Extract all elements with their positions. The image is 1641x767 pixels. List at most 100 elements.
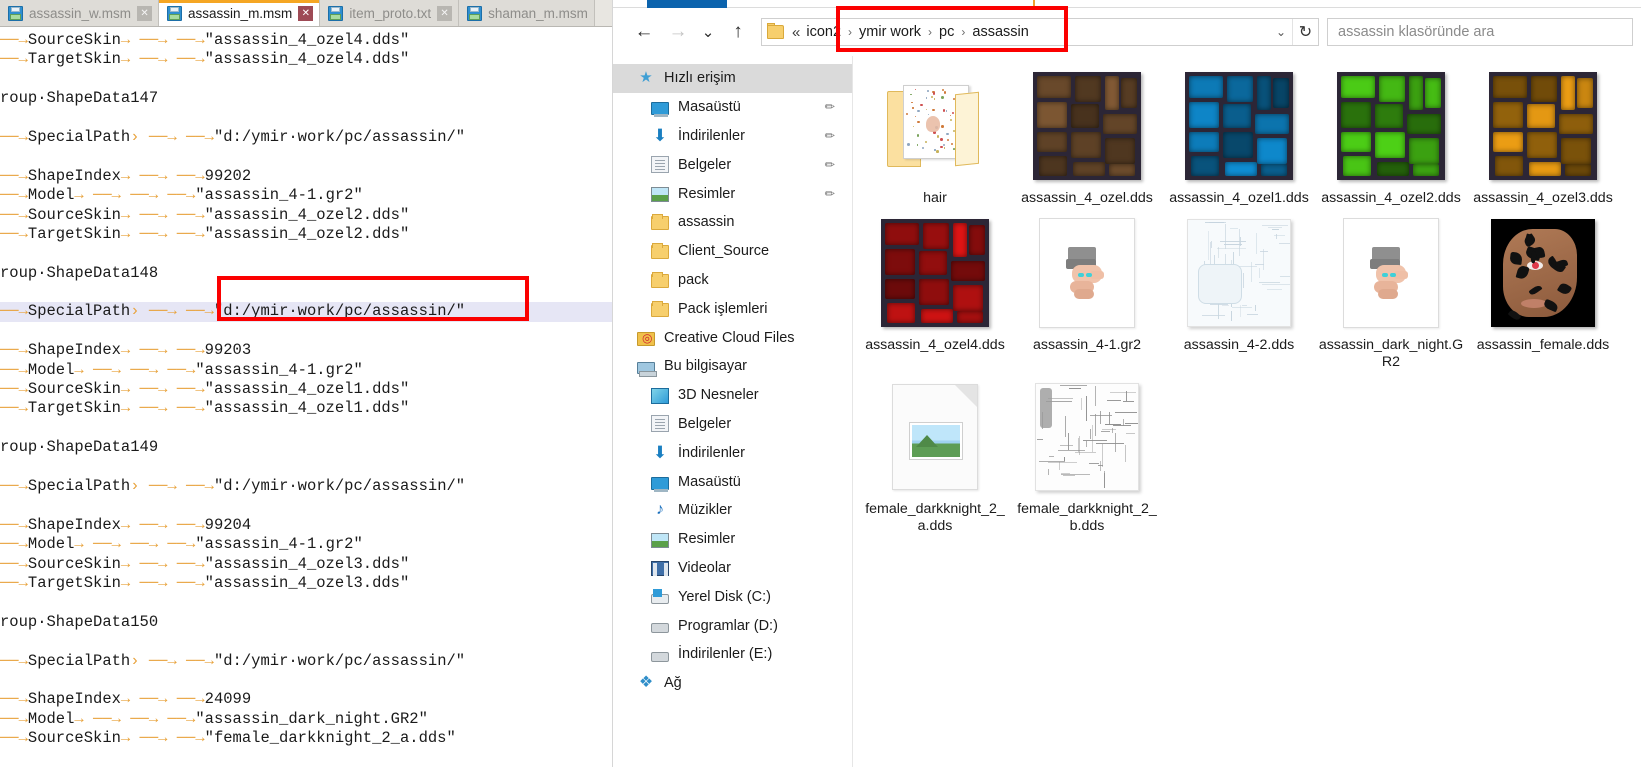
sidebar-item-bu-bilgisayar[interactable]: Bu bilgisayar — [613, 352, 852, 381]
code-value: 99202 — [204, 166, 252, 185]
tab-arrow-glyph: ──→ — [0, 476, 28, 495]
sidebar-item-masa-st[interactable]: Masaüstü — [613, 467, 852, 496]
sidebar-item-i-ndirilenler[interactable]: ⬇ İndirilenler ✐ — [613, 122, 852, 151]
tab-arrow-glyph: ──→ — [0, 186, 28, 205]
sidebar-item-resimler[interactable]: Resimler — [613, 525, 852, 554]
file-item[interactable]: hair — [859, 66, 1011, 213]
editor-tab-3[interactable]: shaman_m.msm — [459, 0, 595, 26]
save-disk-icon — [8, 5, 23, 21]
sidebar-item-label: Programlar (D:) — [678, 617, 778, 634]
atlas-patch — [1341, 132, 1371, 152]
file-item[interactable]: assassin_4_ozel.dds — [1011, 66, 1163, 213]
folder-thumbnail — [883, 83, 987, 169]
file-name-label: assassin_dark_night.GR2 — [1318, 337, 1464, 370]
code-key: ShapeIndex — [27, 166, 121, 185]
file-name-label: assassin_female.dds — [1476, 337, 1610, 353]
pictures-icon — [651, 532, 669, 548]
breadcrumb-item-0[interactable]: icon2 — [804, 24, 843, 40]
sidebar-item-pack-i-lemleri[interactable]: Pack işlemleri — [613, 294, 852, 323]
search-placeholder: assassin klasöründe ara — [1338, 24, 1495, 40]
sidebar-item-i-ndirilenler-e[interactable]: İndirilenler (E:) — [613, 640, 852, 669]
sidebar-item-pack[interactable]: pack — [613, 266, 852, 295]
file-thumbnail — [1031, 70, 1143, 182]
code-key: SourceSkin — [27, 729, 121, 748]
code-key: TargetSkin — [27, 224, 121, 243]
file-name-label: assassin_4_ozel1.dds — [1169, 190, 1309, 206]
ribbon-strip — [613, 0, 1641, 8]
atlas-patch — [953, 223, 967, 257]
sidebar-item-h-zl-eri-im[interactable]: ★ Hızlı erişim — [613, 64, 852, 93]
editor-tab-0[interactable]: assassin_w.msm ✕ — [0, 0, 160, 26]
tab-arrow-glyph: → ──→ ──→ — [120, 554, 205, 573]
file-item[interactable]: assassin_4_ozel2.dds — [1315, 66, 1467, 213]
file-thumbnail — [1487, 217, 1599, 329]
sidebar-item-belgeler[interactable]: Belgeler — [613, 410, 852, 439]
sprite-part — [1378, 289, 1398, 299]
address-bar[interactable]: «icon2 › ymir work › pc › assassin ⌄ ↻ — [761, 18, 1319, 46]
tab-arrow-glyph: → ──→ ──→ — [120, 399, 205, 418]
file-item[interactable]: female_darkknight_2_a.dds — [859, 377, 1011, 541]
file-thumbnail — [1183, 70, 1295, 182]
sidebar-item-3d-nesneler[interactable]: 3D Nesneler — [613, 381, 852, 410]
tab-arrow-glyph: → ──→ ──→ — [120, 515, 205, 534]
breadcrumb-overflow[interactable]: « — [790, 24, 804, 41]
sidebar-item-programlar-d[interactable]: Programlar (D:) — [613, 611, 852, 640]
sidebar-item-m-zikler[interactable]: ♪ Müzikler — [613, 496, 852, 525]
search-input[interactable]: assassin klasöründe ara — [1327, 18, 1633, 46]
file-item[interactable]: female_darkknight_2_b.dds — [1011, 377, 1163, 541]
file-item[interactable]: assassin_4_ozel1.dds — [1163, 66, 1315, 213]
file-item[interactable]: assassin_4_ozel3.dds — [1467, 66, 1619, 213]
up-button[interactable]: ↑ — [721, 15, 755, 49]
close-icon[interactable]: ✕ — [298, 5, 314, 21]
editor-tab-1[interactable]: assassin_m.msm ✕ — [159, 0, 321, 26]
sidebar-item-masa-st[interactable]: Masaüstü ✐ — [613, 93, 852, 122]
file-name-label: assassin_4-2.dds — [1183, 337, 1295, 353]
chevron-down-icon[interactable]: ⌄ — [1270, 19, 1292, 45]
pin-icon[interactable]: ✐ — [820, 156, 837, 173]
forward-button[interactable]: → — [661, 15, 695, 49]
refresh-icon[interactable]: ↻ — [1292, 19, 1318, 45]
breadcrumb-separator[interactable]: › — [843, 25, 857, 39]
breadcrumb-separator[interactable]: › — [923, 25, 937, 39]
sidebar-item-i-ndirilenler[interactable]: ⬇ İndirilenler — [613, 438, 852, 467]
file-item[interactable]: assassin_4_ozel4.dds — [859, 213, 1011, 377]
sidebar-item-resimler[interactable]: Resimler ✐ — [613, 179, 852, 208]
breadcrumb-item-1[interactable]: ymir work — [857, 24, 923, 40]
ribbon-active-tab[interactable] — [647, 0, 727, 8]
file-item[interactable]: assassin_4-2.dds — [1163, 213, 1315, 377]
sidebar-item-a[interactable]: ❖ Ağ — [613, 669, 852, 698]
sidebar-item-videolar[interactable]: Videolar — [613, 554, 852, 583]
tab-arrow-glyph: ──→ — [0, 399, 28, 418]
file-item[interactable]: assassin_dark_night.GR2 — [1315, 213, 1467, 377]
tab-arrow-glyph: ──→ — [0, 573, 28, 592]
breadcrumb-item-3[interactable]: assassin — [970, 24, 1030, 40]
close-icon[interactable]: ✕ — [137, 5, 153, 21]
file-item[interactable]: assassin_female.dds — [1467, 213, 1619, 377]
navigation-pane[interactable]: ★ Hızlı erişim Masaüstü ✐ ⬇ İndirilenler ✐ Belg… — [613, 56, 853, 767]
code-line: ──→SourceSkin→ ──→ ──→"assassin_4_ozel4.… — [0, 31, 612, 50]
back-button[interactable]: ← — [627, 15, 661, 49]
atlas-patch — [969, 225, 985, 255]
file-item[interactable]: assassin_4-1.gr2 — [1011, 213, 1163, 377]
pin-icon[interactable]: ✐ — [820, 185, 837, 202]
close-icon[interactable]: ✕ — [437, 5, 453, 21]
sidebar-item-client-source[interactable]: Client_Source — [613, 237, 852, 266]
recent-locations-button[interactable]: ⌄ — [695, 15, 721, 49]
sidebar-item-label: Client_Source — [678, 243, 770, 260]
editor-tab-2[interactable]: item_proto.txt ✕ — [320, 0, 460, 26]
code-value: "assassin_4-1.gr2" — [195, 186, 363, 205]
breadcrumb-item-2[interactable]: pc — [937, 24, 956, 40]
sidebar-item-creative-cloud-files[interactable]: Creative Cloud Files — [613, 323, 852, 352]
sidebar-item-assassin[interactable]: assassin — [613, 208, 852, 237]
file-list-pane[interactable]: hair assassin_4_ozel.dds assassin_4_ozel1.… — [853, 56, 1641, 767]
sidebar-item-label: Pack işlemleri — [678, 300, 768, 317]
atlas-patch — [1527, 132, 1557, 158]
pin-icon[interactable]: ✐ — [820, 99, 837, 116]
pin-icon[interactable]: ✐ — [820, 127, 837, 144]
sidebar-item-belgeler[interactable]: Belgeler ✐ — [613, 150, 852, 179]
editor-tab-bar: assassin_w.msm ✕ assassin_m.msm ✕ item_proto… — [0, 0, 612, 27]
sidebar-item-yerel-disk-c[interactable]: Yerel Disk (C:) — [613, 582, 852, 611]
editor-code-area[interactable]: ──→SourceSkin→ ──→ ──→"assassin_4_ozel4.… — [0, 27, 612, 767]
breadcrumb-separator[interactable]: › — [956, 25, 970, 39]
